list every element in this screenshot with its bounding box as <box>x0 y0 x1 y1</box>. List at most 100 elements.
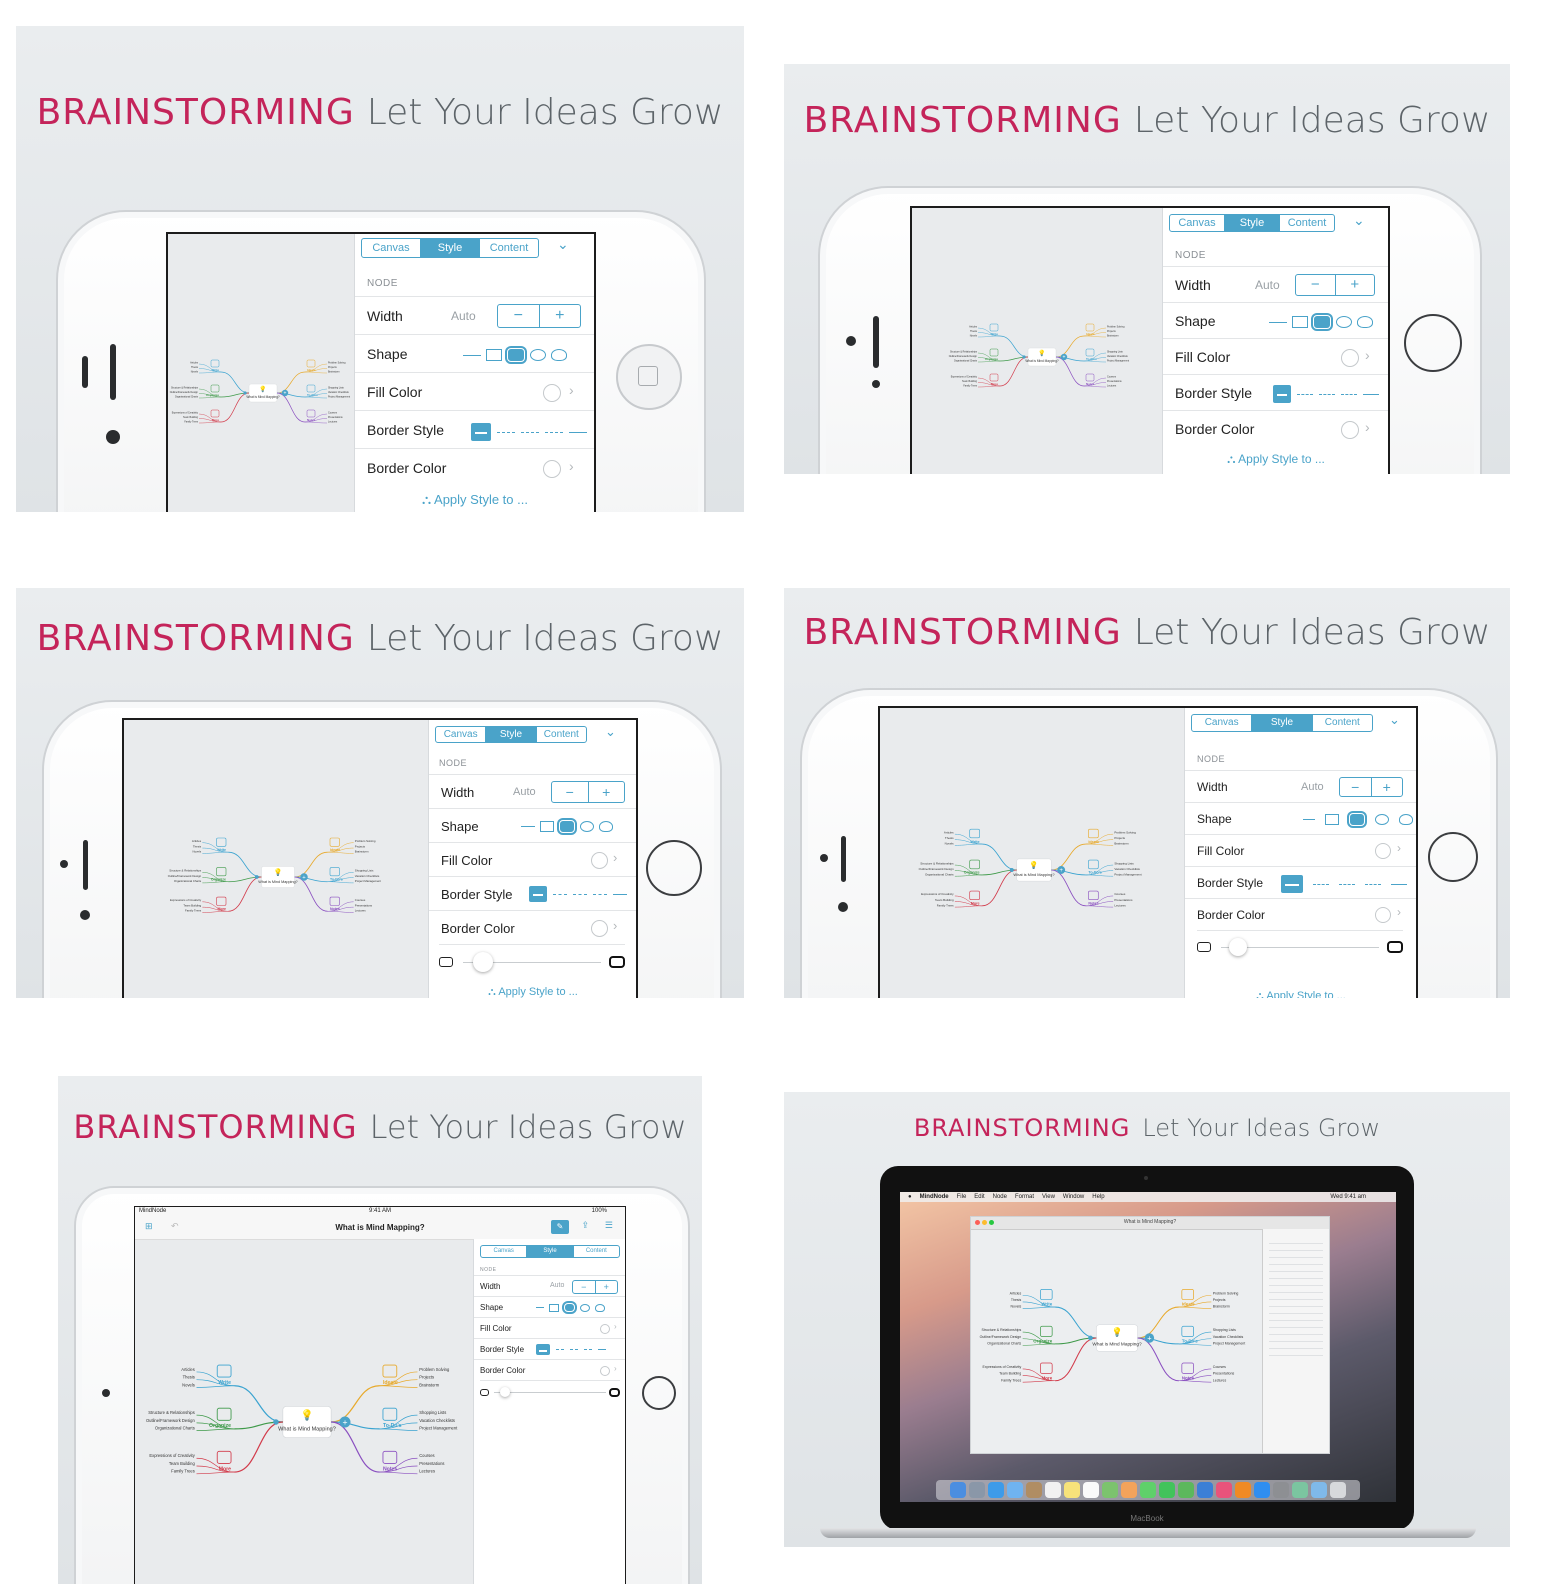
tab-content[interactable]: Content <box>537 727 586 742</box>
width-stepper[interactable]: − + <box>551 781 625 803</box>
shape-line-icon[interactable] <box>536 1307 544 1308</box>
border-color-swatch[interactable] <box>1375 907 1391 923</box>
home-button[interactable] <box>1404 314 1462 372</box>
width-stepper[interactable]: − + <box>572 1280 618 1294</box>
shape-oval-icon[interactable] <box>530 349 546 361</box>
menu-item-window[interactable]: Window <box>1063 1194 1084 1200</box>
menu-item-file[interactable]: File <box>957 1194 967 1200</box>
chevron-down-icon[interactable]: ⌄ <box>1389 712 1400 728</box>
tab-canvas[interactable]: Canvas <box>362 239 421 257</box>
apply-style-button[interactable]: ⛬ Apply Style to ... <box>1163 452 1388 467</box>
style-brush-button[interactable]: ✎ <box>551 1220 569 1234</box>
shape-cloud-icon[interactable] <box>1399 814 1413 825</box>
shape-rectangle-icon[interactable] <box>1292 316 1308 328</box>
border-color-row[interactable]: Border Color › <box>429 910 636 945</box>
tab-content[interactable]: Content <box>574 1246 619 1257</box>
width-stepper[interactable]: − + <box>497 304 581 328</box>
width-decrement-button[interactable]: − <box>573 1281 596 1293</box>
border-color-swatch[interactable] <box>591 920 608 937</box>
tab-canvas[interactable]: Canvas <box>1170 215 1225 231</box>
shape-cloud-icon[interactable] <box>599 821 613 832</box>
fill-color-row[interactable]: Fill Color › <box>355 372 594 411</box>
calendar-icon[interactable] <box>1045 1482 1061 1498</box>
apply-style-button[interactable]: ⛬ Apply Style to ... <box>355 492 594 508</box>
fill-color-swatch[interactable] <box>591 852 608 869</box>
width-stepper[interactable]: − + <box>1295 274 1375 296</box>
shape-line-icon[interactable] <box>463 354 481 356</box>
chevron-down-icon[interactable]: ⌄ <box>605 724 616 740</box>
border-solid-selected-icon[interactable] <box>471 423 491 441</box>
finder-icon[interactable] <box>950 1482 966 1498</box>
tab-style[interactable]: Style <box>421 239 480 257</box>
width-decrement-button[interactable]: − <box>1340 778 1372 796</box>
share-icon[interactable]: ⇪ <box>581 1220 589 1231</box>
shape-line-icon[interactable] <box>1303 819 1315 820</box>
border-dashed-icon[interactable] <box>1339 883 1355 885</box>
border-dashed-icon[interactable] <box>573 893 587 895</box>
shape-rounded-rect-icon[interactable] <box>559 820 575 833</box>
tab-content[interactable]: Content <box>1280 215 1334 231</box>
border-dashdot-icon[interactable] <box>1341 393 1357 395</box>
fill-color-swatch[interactable] <box>543 384 561 402</box>
facetime-icon[interactable] <box>1159 1482 1175 1498</box>
reminders-icon[interactable] <box>1083 1482 1099 1498</box>
menu-item-app[interactable]: MindNode <box>920 1194 949 1200</box>
keynote-icon[interactable] <box>1197 1482 1213 1498</box>
apple-menu-icon[interactable]: ● <box>908 1194 912 1200</box>
border-solid-selected-icon[interactable] <box>1273 385 1291 403</box>
shape-line-icon[interactable] <box>521 826 535 827</box>
border-dashdot-icon[interactable] <box>545 431 563 433</box>
border-dashed-icon[interactable] <box>570 1349 578 1350</box>
width-increment-button[interactable]: + <box>589 782 625 802</box>
mail-icon[interactable] <box>1007 1482 1023 1498</box>
border-line-icon[interactable] <box>569 431 587 433</box>
width-increment-button[interactable]: + <box>1336 275 1375 295</box>
border-width-slider[interactable] <box>480 1380 620 1402</box>
border-dashdot-icon[interactable] <box>593 893 607 895</box>
border-width-slider[interactable] <box>439 944 625 979</box>
trash-icon[interactable] <box>1330 1482 1346 1498</box>
border-color-row[interactable]: Border Color › <box>1185 898 1416 931</box>
border-dotted-icon[interactable] <box>556 1349 564 1350</box>
border-line-icon[interactable] <box>1391 883 1407 885</box>
shape-rounded-rect-icon[interactable] <box>1349 813 1365 826</box>
shape-rounded-rect-icon[interactable] <box>1313 315 1331 329</box>
menu-item-format[interactable]: Format <box>1015 1194 1034 1200</box>
border-width-slider[interactable] <box>1197 930 1403 963</box>
tab-canvas[interactable]: Canvas <box>481 1246 528 1257</box>
slider-knob[interactable] <box>500 1386 510 1397</box>
tab-style[interactable]: Style <box>1225 215 1280 231</box>
shape-oval-icon[interactable] <box>580 1303 590 1312</box>
tab-content[interactable]: Content <box>1313 715 1372 731</box>
menu-item-node[interactable]: Node <box>993 1194 1007 1200</box>
border-dashdot-icon[interactable] <box>584 1349 592 1350</box>
fill-color-row[interactable]: Fill Color › <box>474 1317 625 1339</box>
tab-canvas[interactable]: Canvas <box>1192 715 1253 731</box>
width-decrement-button[interactable]: − <box>1296 275 1336 295</box>
border-solid-selected-icon[interactable] <box>529 886 547 902</box>
system-preferences-icon[interactable] <box>1273 1482 1289 1498</box>
notes-icon[interactable] <box>1064 1482 1080 1498</box>
width-increment-button[interactable]: + <box>540 305 581 327</box>
fill-color-swatch[interactable] <box>1341 349 1359 367</box>
chevron-down-icon[interactable]: ⌄ <box>557 236 569 253</box>
border-dotted-icon[interactable] <box>553 893 567 895</box>
border-color-row[interactable]: Border Color › <box>355 448 594 487</box>
border-line-icon[interactable] <box>1363 393 1379 395</box>
photos-icon[interactable] <box>1121 1482 1137 1498</box>
width-increment-button[interactable]: + <box>596 1281 618 1293</box>
border-solid-selected-icon[interactable] <box>536 1344 550 1355</box>
width-increment-button[interactable]: + <box>1372 778 1403 796</box>
border-color-swatch[interactable] <box>543 460 561 478</box>
border-dotted-icon[interactable] <box>1313 883 1329 885</box>
fill-color-row[interactable]: Fill Color › <box>429 842 636 877</box>
border-dashdot-icon[interactable] <box>1365 883 1381 885</box>
safari-icon[interactable] <box>988 1482 1004 1498</box>
contacts-icon[interactable] <box>1026 1482 1042 1498</box>
shape-cloud-icon[interactable] <box>595 1303 605 1312</box>
tab-canvas[interactable]: Canvas <box>436 727 487 742</box>
shape-oval-icon[interactable] <box>1336 316 1352 328</box>
fill-color-row[interactable]: Fill Color › <box>1185 834 1416 867</box>
shape-rectangle-icon[interactable] <box>549 1303 559 1312</box>
home-button[interactable] <box>646 840 702 896</box>
